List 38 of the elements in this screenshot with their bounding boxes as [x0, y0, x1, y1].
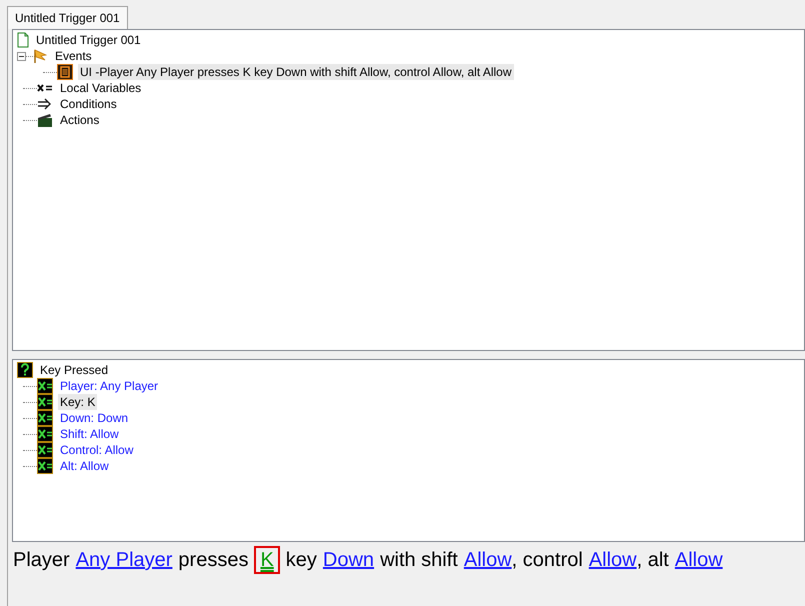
parameter-icon [37, 394, 53, 410]
tree-item[interactable]: Actions [58, 112, 102, 128]
tree-item[interactable]: Local Variables [58, 80, 144, 96]
tree-item[interactable]: UI -Player Any Player presses K key Down with shift Allow, control Allow, alt Allow [78, 64, 514, 80]
tree-item[interactable]: Control: Allow [58, 442, 136, 458]
phrase-text: Player [13, 548, 70, 572]
event-icon [57, 64, 73, 80]
arrow-icon [37, 96, 53, 112]
phrase-text: , alt [636, 548, 669, 572]
document-icon [17, 32, 29, 48]
tree-item[interactable]: Alt: Allow [58, 458, 111, 474]
parameter-icon [37, 426, 53, 442]
phrase-link[interactable]: Allow [464, 548, 512, 572]
parameter-icon [37, 410, 53, 426]
tree-item[interactable]: Untitled Trigger 001 [34, 32, 143, 48]
tree-item[interactable]: Player: Any Player [58, 378, 160, 394]
tree-item[interactable]: Shift: Allow [58, 426, 121, 442]
phrase-link[interactable]: Down [322, 548, 374, 572]
tree-item[interactable]: Key Pressed [38, 362, 110, 378]
parameter-icon [37, 378, 53, 394]
phrase-text: key [286, 548, 317, 572]
tree-item[interactable]: Down: Down [58, 410, 130, 426]
phrase-link[interactable]: Any Player [76, 548, 172, 572]
phrase-link[interactable]: Allow [588, 548, 637, 572]
parameter-icon [37, 442, 53, 458]
phrase-text: with shift [380, 548, 458, 572]
clapperboard-icon [37, 112, 53, 128]
tab[interactable]: Untitled Trigger 001 [7, 6, 128, 29]
tree-item[interactable]: Key: K [58, 394, 98, 410]
tree-item[interactable]: Events [53, 48, 94, 64]
parameter-icon [37, 458, 53, 474]
phrase-text: , control [512, 548, 583, 572]
collapse-toggle[interactable] [17, 52, 26, 60]
question-icon [17, 362, 33, 378]
phrase-text: presses [178, 548, 248, 572]
flag-icon [32, 48, 48, 64]
phrase-link[interactable]: Allow [674, 548, 723, 572]
tree-item[interactable]: Conditions [58, 96, 119, 112]
